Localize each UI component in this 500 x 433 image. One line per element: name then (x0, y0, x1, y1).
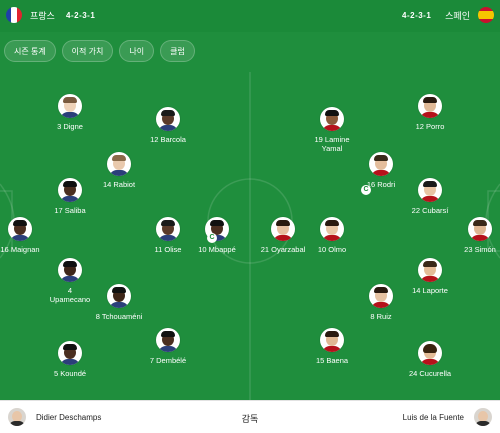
player-name: 8 Tchouaméni (95, 312, 143, 321)
away-coach[interactable]: Luis de la Fuente (403, 408, 492, 426)
player-avatar (418, 94, 442, 118)
player-avatar (156, 107, 180, 131)
france-flag-icon (6, 7, 22, 23)
player-name: 24 Cucurella (408, 369, 452, 378)
home-team-name: 프랑스 (30, 10, 55, 21)
away-formation: 4-2-3-1 (402, 11, 432, 20)
player-name: 12 Barcola (150, 135, 186, 144)
player-barcola[interactable]: 12 Barcola (128, 107, 208, 144)
pitch: 3 Digne 12 Barcola 14 Rabiot 17 Saliba 1… (0, 72, 500, 400)
player-kounde[interactable]: 5 Koundé (30, 341, 110, 378)
chip-season-stats[interactable]: 시즌 통계 (4, 40, 56, 62)
player-avatar (369, 152, 393, 176)
lineup-panel: 프랑스 4-2-3-1 4-2-3-1 스페인 시즌 통계 이적 가치 나이 클… (0, 0, 500, 433)
captain-badge: C (207, 233, 217, 243)
coach-avatar (474, 408, 492, 426)
player-name: 17 Saliba (54, 206, 86, 215)
player-name: 22 Cubarsí (411, 206, 449, 215)
player-name: 16 Maignan (0, 245, 40, 254)
player-tchouameni[interactable]: 8 Tchouaméni (79, 284, 159, 321)
player-porro[interactable]: 12 Porro (390, 94, 470, 131)
player-avatar (320, 328, 344, 352)
player-name: 10 Olmo (317, 245, 347, 254)
spain-flag-icon (478, 7, 494, 23)
player-saliba[interactable]: 17 Saliba (30, 178, 110, 215)
player-cucurella[interactable]: 24 Cucurella (390, 341, 470, 378)
player-avatar (320, 107, 344, 131)
player-lamine-yamal[interactable]: 19 Lamine Yamal (292, 107, 372, 153)
player-dembele[interactable]: 7 Dembélé (128, 328, 208, 365)
home-formation: 4-2-3-1 (66, 11, 96, 20)
player-maignan[interactable]: 16 Maignan (0, 217, 60, 254)
player-name: 8 Ruiz (370, 312, 392, 321)
player-ruiz[interactable]: 8 Ruiz (341, 284, 421, 321)
player-cubarsi[interactable]: 22 Cubarsí (390, 178, 470, 215)
player-name: 5 Koundé (53, 369, 87, 378)
stat-filter-chips: 시즌 통계 이적 가치 나이 클럽 (4, 40, 195, 62)
player-avatar (418, 258, 442, 282)
lineup-header: 프랑스 4-2-3-1 4-2-3-1 스페인 (0, 0, 500, 32)
player-avatar (107, 152, 131, 176)
player-name: 23 Simón (464, 245, 496, 254)
player-avatar (58, 94, 82, 118)
chip-club[interactable]: 클럽 (160, 40, 195, 62)
coaches-row: Didier Deschamps 감독 Luis de la Fuente (0, 400, 500, 433)
player-avatar (468, 217, 492, 241)
chip-market-value[interactable]: 이적 가치 (61, 40, 114, 62)
player-avatar (58, 341, 82, 365)
away-team-name: 스페인 (445, 10, 470, 21)
away-team[interactable]: 스페인 (445, 7, 494, 23)
player-name: 19 Lamine Yamal (314, 135, 350, 153)
player-digne[interactable]: 3 Digne (30, 94, 110, 131)
player-avatar (58, 178, 82, 202)
player-olmo[interactable]: 10 Olmo (292, 217, 372, 254)
player-avatar (369, 284, 393, 308)
captain-badge: C (361, 185, 371, 195)
player-name: 3 Digne (57, 122, 83, 131)
player-avatar (418, 341, 442, 365)
player-avatar (58, 258, 82, 282)
player-avatar (156, 328, 180, 352)
player-avatar (8, 217, 32, 241)
player-name: 12 Porro (415, 122, 445, 131)
away-coach-name: Luis de la Fuente (402, 412, 464, 422)
home-team[interactable]: 프랑스 (6, 7, 55, 23)
player-avatar (320, 217, 344, 241)
player-name: 15 Baena (315, 356, 349, 365)
player-avatar (107, 284, 131, 308)
player-name: 7 Dembélé (149, 356, 187, 365)
player-baena[interactable]: 15 Baena (292, 328, 372, 365)
player-avatar (418, 178, 442, 202)
player-simon[interactable]: 23 Simón (440, 217, 500, 254)
chip-age[interactable]: 나이 (119, 40, 155, 62)
